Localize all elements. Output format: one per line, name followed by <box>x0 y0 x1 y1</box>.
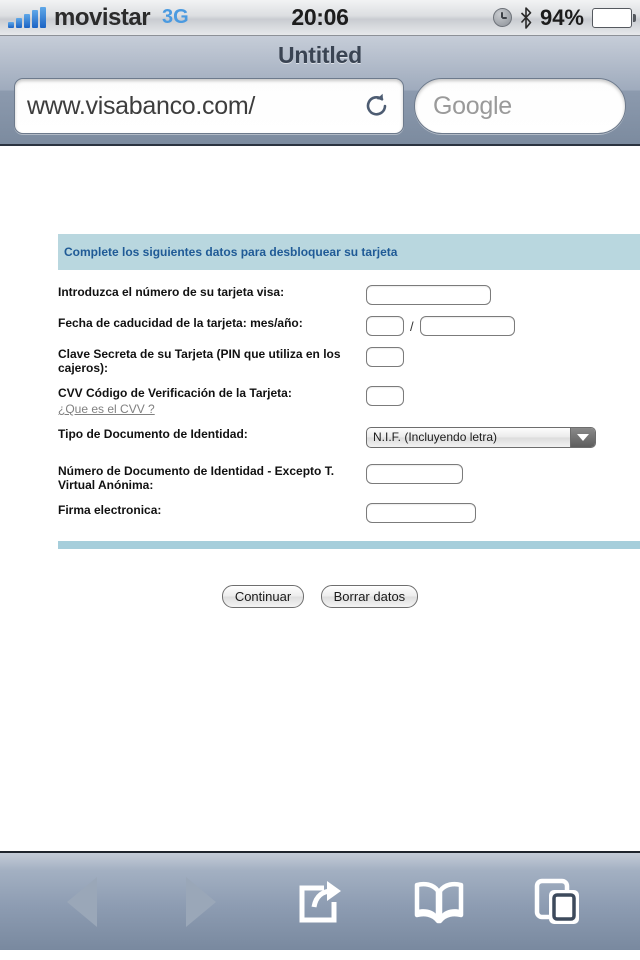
signature-cell <box>366 498 640 529</box>
triangle-left-icon <box>66 876 97 927</box>
form-button-row: Continuar Borrar datos <box>58 585 640 608</box>
card-number-label: Introduzca el número de su tarjeta visa: <box>58 285 285 299</box>
cvv-label-cell: CVV Código de Verificación de la Tarjeta… <box>58 381 366 422</box>
expiry-month-input[interactable] <box>366 316 404 336</box>
web-page-content: Complete los siguientes datos para desbl… <box>0 146 640 851</box>
cvv-label: CVV Código de Verificación de la Tarjeta… <box>58 386 292 400</box>
expiry-cell: / <box>366 311 640 342</box>
expiry-separator: / <box>410 318 414 334</box>
cvv-help-link[interactable]: ¿Que es el CVV ? <box>58 402 155 416</box>
reload-icon[interactable] <box>363 92 391 120</box>
network-type-label: 3G <box>162 6 189 28</box>
chevron-down-icon[interactable] <box>570 428 595 447</box>
url-text: www.visabanco.com/ <box>27 91 256 120</box>
search-input[interactable]: Google <box>414 78 626 134</box>
form-divider <box>58 541 640 549</box>
share-icon <box>299 880 341 922</box>
pin-input[interactable] <box>366 347 404 367</box>
table-row: Tipo de Documento de Identidad: N.I.F. (… <box>58 422 640 459</box>
table-row: Firma electronica: <box>58 498 640 529</box>
table-row: Número de Documento de Identidad - Excep… <box>58 459 640 498</box>
address-bar-row: www.visabanco.com/ Google <box>0 78 640 134</box>
document-type-select[interactable]: N.I.F. (Incluyendo letra) <box>366 427 596 448</box>
signature-label: Firma electronica: <box>58 503 162 517</box>
battery-percent-label: 94% <box>539 4 584 30</box>
pin-label: Clave Secreta de su Tarjeta (PIN que uti… <box>58 347 341 375</box>
url-input[interactable]: www.visabanco.com/ <box>14 78 404 134</box>
page-title: Untitled <box>278 42 362 68</box>
forward-button[interactable] <box>164 870 238 934</box>
continue-button[interactable]: Continuar <box>221 585 305 608</box>
book-icon <box>414 881 464 923</box>
document-type-cell: N.I.F. (Incluyendo letra) <box>366 422 640 459</box>
table-row: Introduzca el número de su tarjeta visa: <box>58 280 640 311</box>
browser-toolbar-top: Untitled www.visabanco.com/ Google <box>0 36 640 146</box>
expiry-year-input[interactable] <box>419 316 515 336</box>
search-placeholder: Google <box>433 91 512 120</box>
form-fields-table: Introduzca el número de su tarjeta visa:… <box>58 280 640 529</box>
unlock-card-form: Complete los siguientes datos para desbl… <box>58 234 640 608</box>
document-type-label: Tipo de Documento de Identidad: <box>58 427 248 441</box>
signature-input[interactable] <box>366 503 476 523</box>
cvv-input[interactable] <box>366 386 404 406</box>
expiry-label: Fecha de caducidad de la tarjeta: mes/añ… <box>58 316 303 330</box>
battery-icon <box>592 7 636 28</box>
document-number-input[interactable] <box>366 464 463 484</box>
document-number-cell <box>366 459 640 498</box>
carrier-label: movistar <box>54 3 151 31</box>
table-row: Fecha de caducidad de la tarjeta: mes/añ… <box>58 311 640 342</box>
back-button[interactable] <box>45 870 119 934</box>
form-banner: Complete los siguientes datos para desbl… <box>58 234 640 270</box>
document-number-label: Número de Documento de Identidad - Excep… <box>58 464 335 492</box>
tabs-button[interactable] <box>521 870 595 934</box>
card-number-input[interactable] <box>366 285 491 305</box>
bookmarks-button[interactable] <box>402 870 476 934</box>
bluetooth-icon <box>520 6 532 29</box>
clock-icon <box>492 8 512 27</box>
share-button[interactable] <box>283 870 357 934</box>
status-bar-right: 94% <box>492 4 640 31</box>
pages-icon <box>535 878 580 924</box>
status-bar: movistar 3G 20:06 94% <box>0 0 640 36</box>
cvv-cell <box>366 381 640 422</box>
card-number-cell <box>366 280 640 311</box>
pin-cell <box>366 342 640 381</box>
triangle-right-icon <box>185 876 216 927</box>
table-row: CVV Código de Verificación de la Tarjeta… <box>58 381 640 422</box>
status-bar-left: movistar 3G <box>0 4 189 32</box>
document-type-selected-value: N.I.F. (Incluyendo letra) <box>373 430 498 444</box>
signal-bars-icon <box>8 6 46 28</box>
table-row: Clave Secreta de su Tarjeta (PIN que uti… <box>58 342 640 381</box>
clear-data-button[interactable]: Borrar datos <box>320 585 419 608</box>
browser-toolbar-bottom <box>0 851 640 950</box>
